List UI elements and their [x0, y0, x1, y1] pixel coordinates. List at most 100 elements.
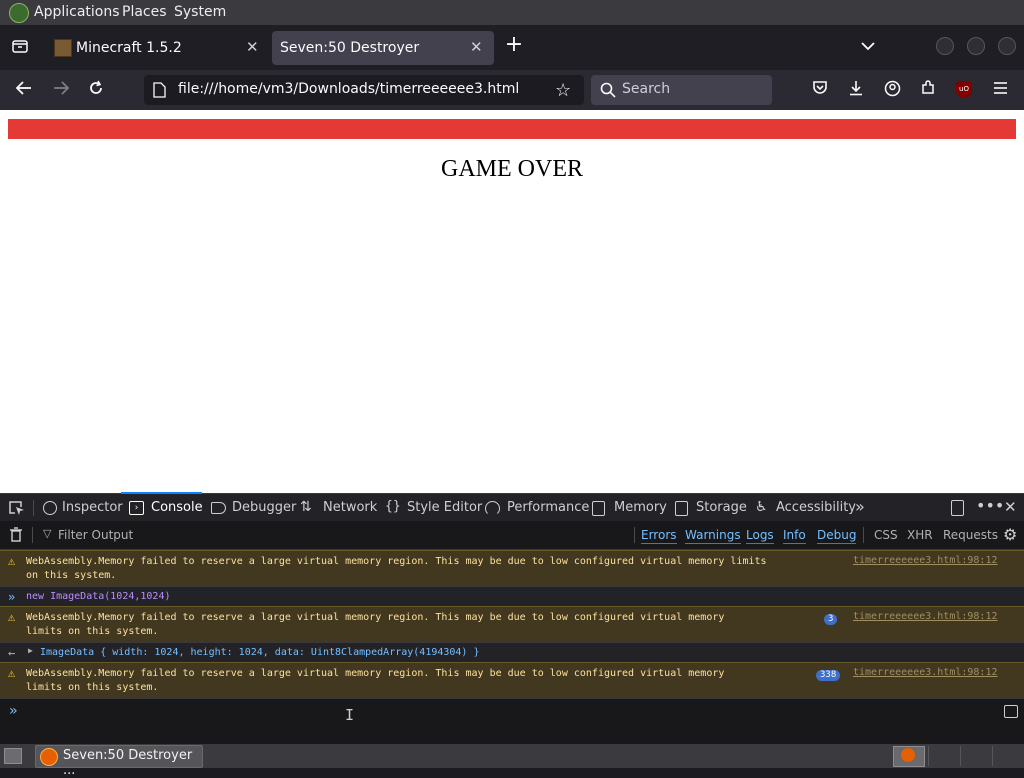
tab-storage[interactable]: Storage: [696, 500, 747, 515]
tab-accessibility[interactable]: Accessibility: [776, 500, 856, 515]
search-bar[interactable]: Search: [591, 75, 772, 105]
firefox-view-icon[interactable]: [10, 37, 30, 60]
warning-icon: ⚠: [8, 554, 16, 568]
workspace-divider: [928, 746, 929, 766]
console-settings-gear-icon[interactable]: ⚙: [1003, 525, 1017, 544]
tab-bar: Minecraft 1.5.2 ✕ Seven:50 Destroyer ✕ +: [0, 25, 1024, 70]
menu-places[interactable]: Places: [122, 4, 167, 20]
network-icon: ⇅: [300, 499, 312, 515]
element-picker-icon[interactable]: [8, 500, 25, 520]
debugger-icon: [211, 502, 226, 514]
minecraft-favicon-icon: [54, 39, 72, 57]
tab-label: Minecraft 1.5.2: [76, 40, 182, 56]
tab-debugger[interactable]: Debugger: [232, 500, 296, 515]
toolbar-divider: [863, 527, 864, 543]
url-bar[interactable]: file:///home/vm3/Downloads/timerreeeeee3…: [144, 75, 584, 105]
taskbar-window-button[interactable]: Seven:50 Destroyer ...: [35, 745, 203, 778]
workspace-divider: [992, 746, 993, 766]
downloads-icon[interactable]: [846, 80, 866, 101]
console-warning-row[interactable]: ⚠ WebAssembly.Memory failed to reserve a…: [0, 550, 1024, 586]
menu-system[interactable]: System: [174, 4, 226, 20]
toolbar-divider: [33, 500, 34, 516]
active-tab-indicator: [121, 492, 202, 494]
window-maximize-button[interactable]: [967, 37, 985, 55]
ublock-origin-icon[interactable]: uO: [956, 81, 972, 98]
filter-css-toggle[interactable]: CSS: [874, 528, 898, 542]
text-cursor-icon: I: [345, 706, 355, 724]
close-tab-icon[interactable]: ✕: [470, 38, 483, 56]
filter-errors-toggle[interactable]: Errors: [641, 528, 677, 544]
tab-console[interactable]: Console: [151, 500, 203, 515]
bookmark-star-icon[interactable]: ☆: [555, 80, 571, 101]
devtools-menu-dots-icon[interactable]: •••: [976, 496, 1004, 515]
tab-seven50-destroyer[interactable]: Seven:50 Destroyer ✕: [272, 31, 494, 65]
tab-memory[interactable]: Memory: [614, 500, 667, 515]
filter-debug-toggle[interactable]: Debug: [817, 528, 857, 544]
source-link[interactable]: timerreeeeee3.html:98:12: [853, 667, 998, 678]
repeat-count-badge: 3: [824, 614, 838, 625]
console-message: WebAssembly.Memory failed to reserve a l…: [26, 556, 767, 581]
firefox-icon: [40, 748, 58, 766]
game-over-text: GAME OVER: [441, 156, 583, 182]
list-all-tabs-chevron-down-icon[interactable]: [858, 36, 878, 56]
pocket-icon[interactable]: [810, 80, 830, 100]
input-chevron-icon: »: [8, 590, 16, 604]
filter-warnings-toggle[interactable]: Warnings: [685, 528, 741, 544]
inspector-icon: [43, 501, 57, 515]
performance-icon: [485, 501, 500, 516]
tab-style-editor[interactable]: Style Editor: [407, 500, 482, 515]
filter-xhr-toggle[interactable]: XHR: [907, 528, 933, 542]
console-filter-bar: ▽ Filter Output Errors Warnings Logs Inf…: [0, 521, 1024, 550]
clear-console-trash-icon[interactable]: [9, 527, 23, 546]
reload-icon[interactable]: [86, 80, 106, 101]
source-link[interactable]: timerreeeeee3.html:98:12: [853, 555, 998, 566]
expand-triangle-icon[interactable]: ▶: [28, 646, 33, 655]
toolbar-divider: [634, 527, 635, 543]
console-input-row[interactable]: » new ImageData(1024,1024): [0, 586, 1024, 607]
dock-toggle-icon[interactable]: [951, 500, 964, 516]
more-tabs-chevron-icon[interactable]: »: [855, 497, 865, 516]
extensions-puzzle-icon[interactable]: [918, 80, 938, 101]
tab-performance[interactable]: Performance: [507, 500, 589, 515]
show-desktop-icon[interactable]: [4, 748, 22, 764]
back-arrow-icon[interactable]: [14, 80, 34, 101]
tab-minecraft[interactable]: Minecraft 1.5.2 ✕: [44, 31, 266, 65]
console-result: ImageData { width: 1024, height: 1024, d…: [40, 647, 480, 658]
prompt-chevron-icon: »: [9, 703, 18, 719]
warning-icon: ⚠: [8, 610, 16, 624]
firefox-workspace-icon: [901, 748, 915, 762]
tab-network[interactable]: Network: [323, 500, 377, 515]
toolbar-divider: [32, 527, 33, 543]
window-close-button[interactable]: [998, 37, 1016, 55]
editor-mode-toggle-icon[interactable]: [1004, 705, 1018, 718]
forward-arrow-icon[interactable]: [51, 80, 71, 101]
taskbar-window-label: Seven:50 Destroyer ...: [63, 748, 193, 778]
tab-inspector[interactable]: Inspector: [62, 500, 123, 515]
console-command: new ImageData(1024,1024): [26, 591, 171, 602]
console-warning-row[interactable]: ⚠ WebAssembly.Memory failed to reserve a…: [0, 606, 1024, 642]
filter-requests-toggle[interactable]: Requests: [943, 528, 998, 542]
url-text[interactable]: file:///home/vm3/Downloads/timerreeeeee3…: [178, 81, 519, 97]
app-menu-icon[interactable]: [9, 3, 29, 23]
filter-info-toggle[interactable]: Info: [783, 528, 806, 544]
console-input-line[interactable]: » I: [0, 698, 1024, 745]
filter-logs-toggle[interactable]: Logs: [746, 528, 774, 544]
console-warning-row[interactable]: ⚠ WebAssembly.Memory failed to reserve a…: [0, 662, 1024, 698]
hamburger-menu-icon[interactable]: [990, 80, 1010, 100]
console-message: WebAssembly.Memory failed to reserve a l…: [26, 612, 725, 637]
menu-applications[interactable]: Applications: [34, 4, 120, 20]
top-panel: Applications Places System: [0, 0, 1024, 25]
console-result-row[interactable]: ← ▶ ImageData { width: 1024, height: 102…: [0, 642, 1024, 663]
account-icon[interactable]: [882, 80, 902, 102]
filter-output-input[interactable]: Filter Output: [58, 528, 133, 542]
window-minimize-button[interactable]: [936, 37, 954, 55]
tab-label: Seven:50 Destroyer: [280, 40, 420, 56]
close-devtools-icon[interactable]: ✕: [1004, 498, 1017, 516]
repeat-count-badge: 338: [816, 670, 841, 681]
style-editor-icon: {}: [385, 499, 401, 514]
console-output: ⚠ WebAssembly.Memory failed to reserve a…: [0, 550, 1024, 745]
new-tab-icon[interactable]: +: [504, 34, 524, 56]
source-link[interactable]: timerreeeeee3.html:98:12: [853, 611, 998, 622]
close-tab-icon[interactable]: ✕: [246, 38, 259, 56]
filter-funnel-icon: ▽: [43, 527, 52, 540]
